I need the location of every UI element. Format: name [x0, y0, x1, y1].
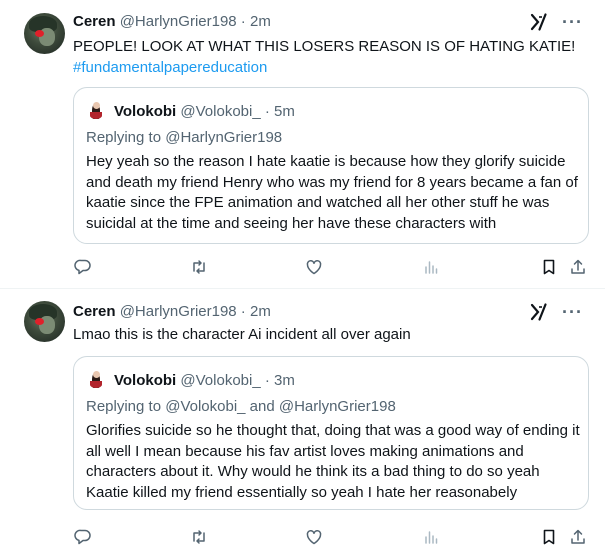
retweet-icon[interactable] [189, 257, 209, 277]
tweet-time[interactable]: 2m [250, 303, 271, 320]
separator-dot: · [236, 13, 250, 30]
tweet[interactable]: Ceren @HarlynGrier198 · 2m ··· PEOPLE! L… [0, 0, 605, 289]
separator-dot: · [260, 103, 275, 120]
quote-header: Volokobi @Volokobi_ · 5m [114, 103, 295, 120]
more-icon[interactable]: ··· [562, 13, 583, 31]
tweet-text: Lmao this is the character Ai incident a… [73, 326, 411, 343]
grok-icon[interactable] [530, 13, 548, 31]
author-handle[interactable]: @HarlynGrier198 [120, 13, 237, 30]
separator-dot: · [236, 303, 250, 320]
quote-time: 3m [274, 372, 295, 389]
more-icon[interactable]: ··· [562, 303, 583, 321]
quote-author-name: Volokobi [114, 372, 177, 389]
tweet-actions [73, 257, 595, 277]
reply-icon[interactable] [73, 257, 93, 277]
avatar[interactable] [24, 301, 65, 342]
share-icon[interactable] [568, 257, 588, 277]
views-icon[interactable] [421, 257, 441, 277]
tweet-top-actions: ··· [530, 303, 583, 321]
avatar-figure-head [93, 102, 100, 109]
replying-handle: @HarlynGrier198 [165, 129, 283, 146]
quote-time: 5m [274, 103, 295, 120]
replying-to: Replying to @HarlynGrier198 [86, 129, 282, 146]
quoted-tweet[interactable]: Volokobi @Volokobi_ · 3m Replying to @Vo… [73, 356, 589, 510]
quote-author-name: Volokobi [114, 103, 177, 120]
tweet-top-actions: ··· [530, 13, 583, 31]
tweet-time[interactable]: 2m [250, 13, 271, 30]
author-name[interactable]: Ceren [73, 303, 116, 320]
avatar[interactable] [24, 13, 65, 54]
quote-author-handle: @Volokobi_ [180, 103, 261, 120]
quote-avatar[interactable] [86, 101, 106, 121]
replying-prefix: Replying to [86, 129, 166, 146]
replying-to: Replying to @Volokobi_ and @HarlynGrier1… [86, 398, 396, 415]
like-icon[interactable] [304, 257, 324, 277]
quote-author-handle: @Volokobi_ [180, 372, 261, 389]
hashtag-link[interactable]: #fundamentalpapereducation [73, 57, 583, 78]
replying-prefix: Replying to [86, 398, 166, 415]
tweet-header: Ceren @HarlynGrier198 · 2m [73, 303, 271, 320]
bookmark-icon[interactable] [539, 527, 559, 547]
tweet-actions [73, 527, 595, 547]
views-icon[interactable] [421, 527, 441, 547]
tweet[interactable]: Ceren @HarlynGrier198 · 2m ··· Lmao this… [0, 290, 605, 559]
avatar-eye [35, 318, 44, 325]
avatar-figure-dress [90, 112, 102, 119]
avatar-eye [35, 30, 44, 37]
quote-avatar[interactable] [86, 370, 106, 390]
retweet-icon[interactable] [189, 527, 209, 547]
grok-icon[interactable] [530, 303, 548, 321]
author-name[interactable]: Ceren [73, 13, 116, 30]
quoted-tweet[interactable]: Volokobi @Volokobi_ · 5m Replying to @Ha… [73, 87, 589, 244]
like-icon[interactable] [304, 527, 324, 547]
separator-dot: · [260, 372, 275, 389]
avatar-figure-dress [90, 381, 102, 388]
tweet-text: PEOPLE! LOOK AT WHAT THIS LOSERS REASON … [73, 38, 576, 55]
quote-header: Volokobi @Volokobi_ · 3m [114, 372, 295, 389]
tweet-header: Ceren @HarlynGrier198 · 2m [73, 13, 271, 30]
reply-icon[interactable] [73, 527, 93, 547]
bookmark-icon[interactable] [539, 257, 559, 277]
author-handle[interactable]: @HarlynGrier198 [120, 303, 237, 320]
quote-text: Glorifies suicide so he thought that, do… [86, 422, 580, 501]
avatar-figure-head [93, 371, 100, 378]
replying-handle: @Volokobi_ and @HarlynGrier198 [165, 398, 396, 415]
quote-text: Hey yeah so the reason I hate kaatie is … [86, 153, 578, 232]
tweet-text-block: PEOPLE! LOOK AT WHAT THIS LOSERS REASON … [73, 36, 583, 78]
share-icon[interactable] [568, 527, 588, 547]
